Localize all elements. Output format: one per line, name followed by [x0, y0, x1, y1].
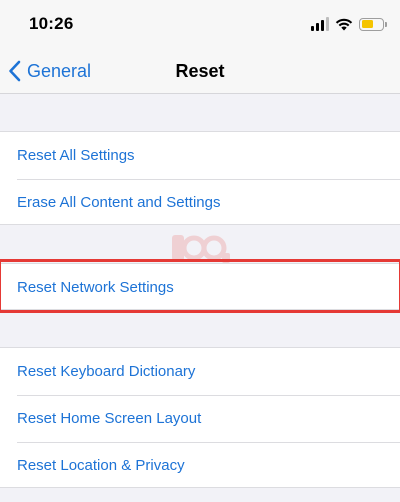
- reset-group-general: Reset All Settings Erase All Content and…: [0, 131, 400, 225]
- reset-group-other: Reset Keyboard Dictionary Reset Home Scr…: [0, 347, 400, 488]
- status-icons: [311, 15, 387, 33]
- battery-icon: [359, 17, 387, 31]
- row-label: Reset Home Screen Layout: [17, 410, 202, 427]
- navigation-bar: General Reset: [0, 48, 400, 94]
- reset-network-settings-row[interactable]: Reset Network Settings: [0, 264, 400, 311]
- erase-all-content-row[interactable]: Erase All Content and Settings: [0, 179, 400, 226]
- reset-home-screen-layout-row[interactable]: Reset Home Screen Layout: [0, 395, 400, 442]
- watermark-logo: [172, 235, 230, 263]
- row-label: Reset Keyboard Dictionary: [17, 363, 196, 380]
- row-label: Reset All Settings: [17, 147, 135, 164]
- page-title: Reset: [175, 61, 225, 81]
- row-label: Erase All Content and Settings: [17, 194, 221, 211]
- reset-group-network: Reset Network Settings: [0, 263, 400, 310]
- status-time: 10:26: [29, 14, 74, 33]
- reset-keyboard-dictionary-row[interactable]: Reset Keyboard Dictionary: [0, 348, 400, 395]
- battery-fill: [361, 20, 373, 28]
- row-label: Reset Location & Privacy: [17, 457, 185, 474]
- wifi-icon: [335, 18, 353, 31]
- row-label: Reset Network Settings: [17, 279, 174, 296]
- signal-icon: [311, 17, 329, 31]
- reset-location-privacy-row[interactable]: Reset Location & Privacy: [0, 442, 400, 489]
- reset-all-settings-row[interactable]: Reset All Settings: [0, 132, 400, 179]
- status-bar: 10:26: [0, 0, 400, 48]
